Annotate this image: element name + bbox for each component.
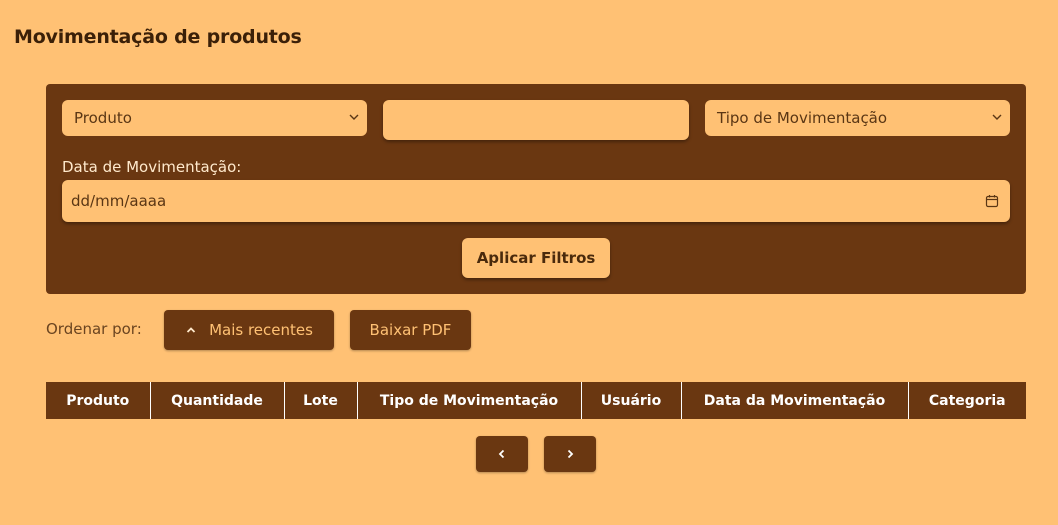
date-field[interactable]: dd/mm/aaaa <box>62 180 1010 222</box>
produto-select-value: Produto <box>74 109 132 127</box>
chevron-down-icon <box>992 114 1002 120</box>
column-header-tipo: Tipo de Movimentação <box>357 382 582 419</box>
produto-select[interactable]: Produto <box>62 100 367 136</box>
chevron-up-icon <box>186 327 196 333</box>
column-header-quantidade: Quantidade <box>150 382 285 419</box>
sort-label: Ordenar por: <box>46 320 142 338</box>
column-header-usuario: Usuário <box>581 382 682 419</box>
tipo-select-value: Tipo de Movimentação <box>717 109 888 127</box>
download-pdf-button[interactable]: Baixar PDF <box>350 310 471 350</box>
column-header-lote: Lote <box>284 382 358 419</box>
pdf-button-label: Baixar PDF <box>369 321 452 339</box>
previous-page-button[interactable] <box>476 436 528 472</box>
apply-filters-button[interactable]: Aplicar Filtros <box>462 238 610 278</box>
table-header-row: Produto Quantidade Lote Tipo de Moviment… <box>46 382 1026 419</box>
movements-table: Produto Quantidade Lote Tipo de Moviment… <box>46 382 1026 419</box>
column-header-produto: Produto <box>46 382 151 419</box>
column-header-data: Data da Movimentação <box>681 382 909 419</box>
column-header-categoria: Categoria <box>908 382 1026 419</box>
chevron-right-icon <box>567 449 574 459</box>
date-label: Data de Movimentação: <box>62 158 242 176</box>
page-title: Movimentação de produtos <box>14 26 302 48</box>
chevron-down-icon <box>349 114 359 120</box>
calendar-icon[interactable] <box>985 194 999 208</box>
sort-button[interactable]: Mais recentes <box>164 310 334 350</box>
filter-panel: Produto Tipo de Movimentação Data de Mov… <box>46 84 1026 294</box>
tipo-movimentacao-select[interactable]: Tipo de Movimentação <box>705 100 1010 136</box>
sort-button-label: Mais recentes <box>209 321 313 339</box>
next-page-button[interactable] <box>544 436 596 472</box>
search-input[interactable] <box>383 100 689 140</box>
date-placeholder: dd/mm/aaaa <box>71 192 167 210</box>
chevron-left-icon <box>498 449 505 459</box>
